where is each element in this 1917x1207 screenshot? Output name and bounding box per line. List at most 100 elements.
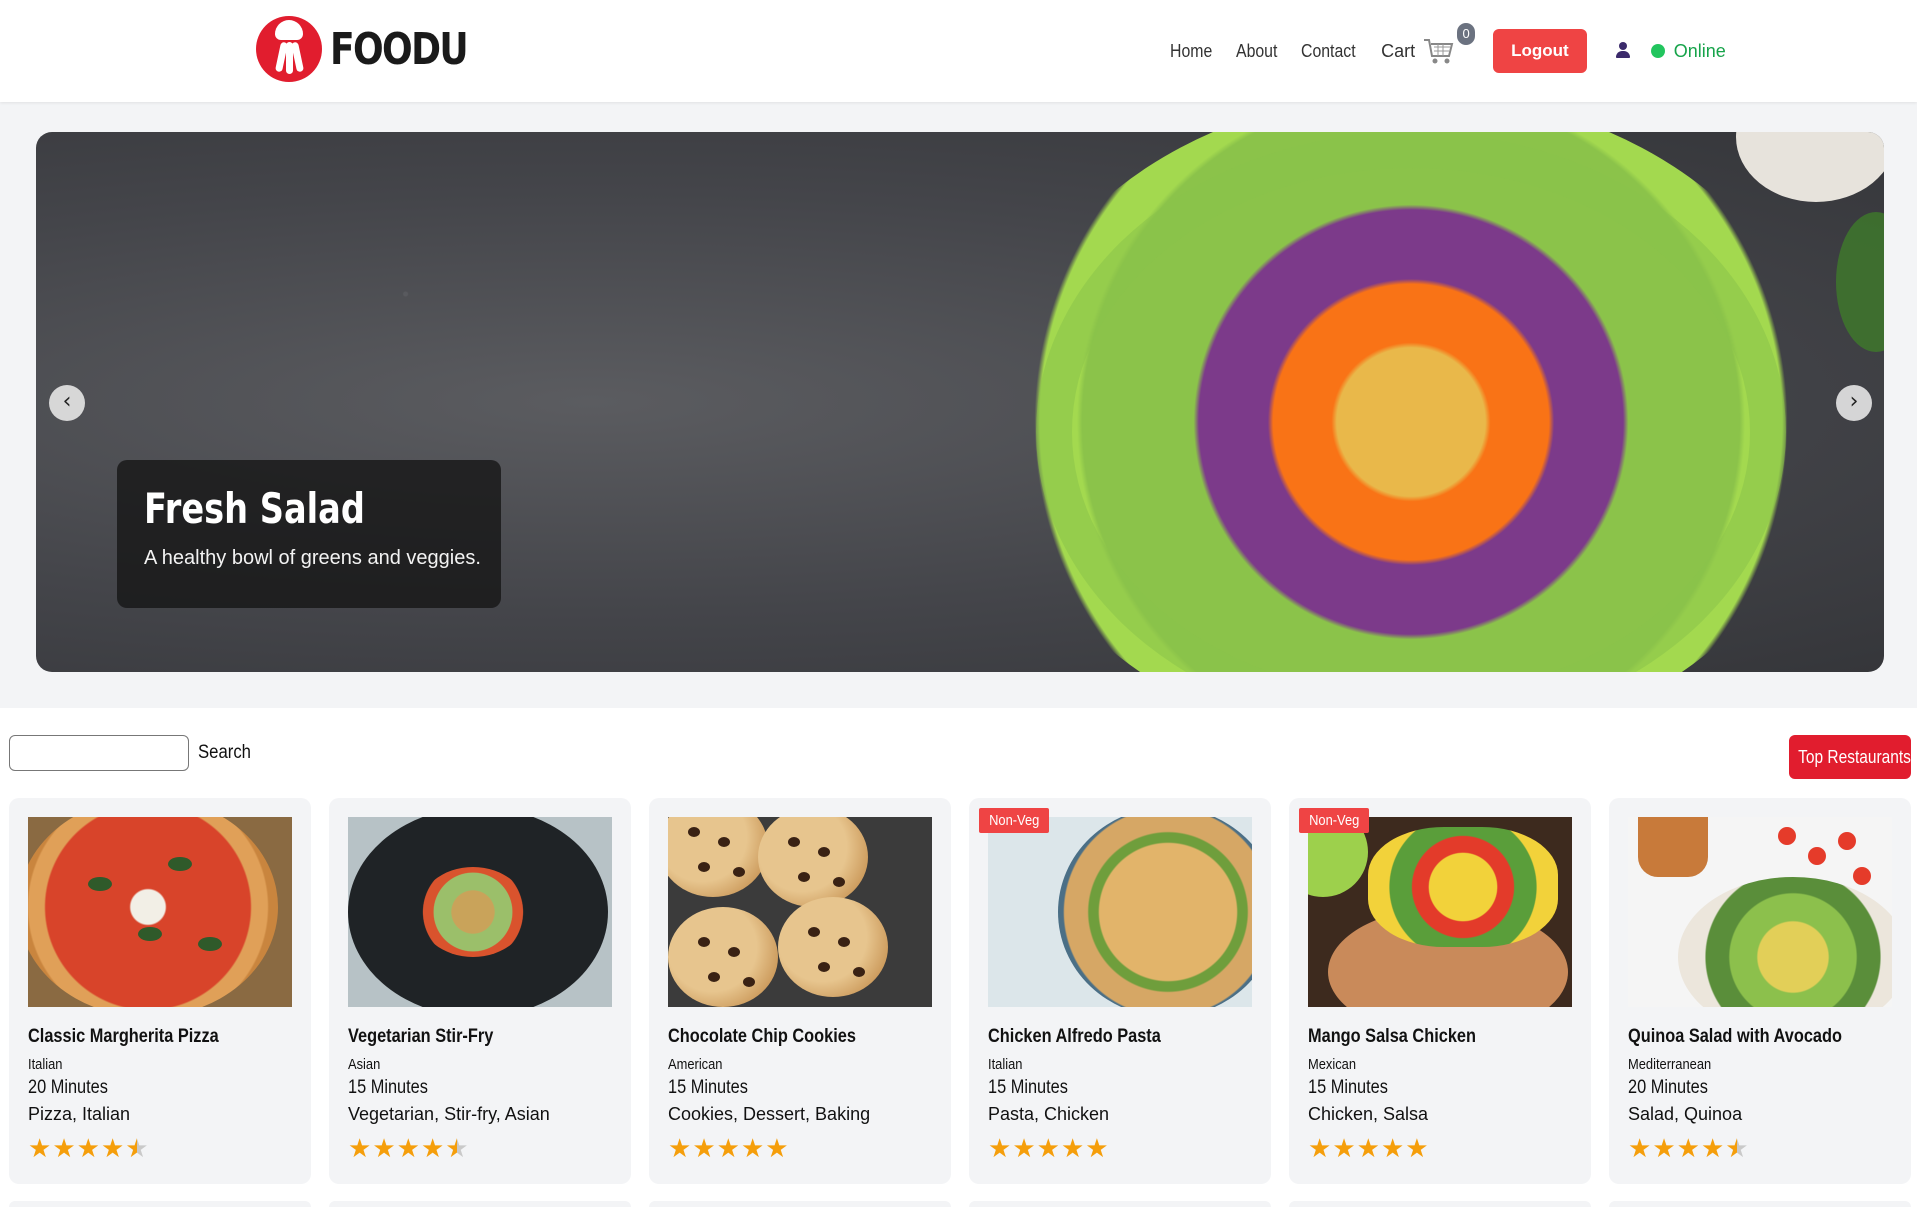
non-veg-badge: Non-Veg	[1299, 808, 1370, 833]
recipe-cuisine: Mediterranean	[1628, 1056, 1712, 1073]
logo-text: FOODU	[330, 23, 469, 75]
recipe-title: Quinoa Salad with Avocado	[1628, 1026, 1842, 1047]
shopping-cart-icon: 0	[1423, 23, 1476, 65]
recipe-card-next-row	[329, 1201, 631, 1207]
nav-link-about[interactable]: About	[1236, 41, 1277, 62]
recipe-image	[1628, 817, 1892, 1007]
rating-stars: ★ ★ ★ ★ ★	[1308, 1136, 1430, 1162]
recipe-tags: Salad, Quinoa	[1628, 1104, 1743, 1124]
star-half-icon: ★	[445, 1134, 469, 1164]
rating-stars: ★ ★ ★ ★ ★	[988, 1136, 1110, 1162]
recipe-tags: Chicken, Salsa	[1308, 1104, 1429, 1124]
star-full-icon: ★	[1676, 1134, 1700, 1164]
star-full-icon: ★	[1036, 1134, 1060, 1164]
search-input[interactable]	[9, 735, 189, 771]
star-full-icon: ★	[668, 1134, 692, 1164]
star-full-icon: ★	[100, 1134, 125, 1164]
recipe-image	[988, 817, 1252, 1007]
cart-label: Cart	[1381, 40, 1416, 61]
star-full-icon: ★	[1060, 1134, 1085, 1164]
recipe-title: Chicken Alfredo Pasta	[988, 1026, 1161, 1047]
logout-button[interactable]: Logout	[1493, 29, 1587, 73]
carousel-subtitle: A healthy bowl of greens and veggies.	[144, 547, 481, 569]
star-full-icon: ★	[1628, 1134, 1652, 1164]
recipe-image	[348, 817, 612, 1007]
star-full-icon: ★	[716, 1134, 740, 1164]
hero-image-jar	[1736, 132, 1884, 202]
top-restaurants-label: Top Restaurants	[1798, 747, 1911, 767]
rating-stars: ★ ★ ★ ★ ★	[348, 1136, 470, 1162]
recipe-card[interactable]: Chocolate Chip Cookies American 15 Minut…	[649, 798, 951, 1184]
online-status: Online	[1650, 40, 1726, 62]
rating-stars: ★ ★ ★ ★ ★	[668, 1136, 790, 1162]
online-dot-icon	[1650, 44, 1665, 58]
recipe-card-next-row	[1609, 1201, 1911, 1207]
non-veg-badge: Non-Veg	[979, 808, 1050, 833]
recipe-time: 15 Minutes	[988, 1077, 1068, 1098]
star-full-icon: ★	[1012, 1134, 1036, 1164]
recipe-card-next-row	[1289, 1201, 1591, 1207]
star-full-icon: ★	[52, 1134, 76, 1164]
recipe-tags: Pasta, Chicken	[988, 1104, 1110, 1124]
badge-label: Non-Veg	[1309, 812, 1360, 829]
star-full-icon: ★	[1700, 1134, 1725, 1164]
main-nav: Home About Contact Cart 0 Logout Online	[1170, 0, 1726, 102]
hero-salad-image	[996, 132, 1826, 672]
star-full-icon: ★	[692, 1134, 716, 1164]
recipe-card[interactable]: Vegetarian Stir-Fry Asian 15 Minutes Veg…	[329, 798, 631, 1184]
recipe-card[interactable]: Classic Margherita Pizza Italian 20 Minu…	[9, 798, 311, 1184]
recipe-card[interactable]: Non-Veg Mango Salsa Chicken Mexican 15 M…	[1289, 798, 1591, 1184]
hero-carousel: Fresh Salad A healthy bowl of greens and…	[36, 132, 1884, 672]
cart-count-badge: 0	[1457, 23, 1476, 45]
carousel-title: Fresh Salad	[144, 484, 365, 533]
star-full-icon: ★	[420, 1134, 445, 1164]
recipe-title: Vegetarian Stir-Fry	[348, 1026, 494, 1047]
top-restaurants-button[interactable]: Top Restaurants	[1789, 735, 1911, 779]
logo[interactable]: FOODU	[256, 16, 497, 82]
recipe-card[interactable]: Quinoa Salad with Avocado Mediterranean …	[1609, 798, 1911, 1184]
recipe-cuisine: Italian	[988, 1056, 1023, 1073]
star-full-icon: ★	[372, 1134, 396, 1164]
recipe-card-next-row	[969, 1201, 1271, 1207]
recipe-cuisine: Italian	[28, 1056, 63, 1073]
star-full-icon: ★	[1380, 1134, 1405, 1164]
star-full-icon: ★	[1332, 1134, 1356, 1164]
user-icon[interactable]	[1615, 42, 1631, 60]
badge-label: Non-Veg	[989, 812, 1040, 829]
star-half-icon: ★	[125, 1134, 149, 1164]
cart-link[interactable]: Cart 0	[1381, 23, 1476, 65]
recipe-tags: Pizza, Italian	[28, 1104, 131, 1124]
rating-stars: ★ ★ ★ ★ ★	[1628, 1136, 1750, 1162]
recipe-time: 15 Minutes	[348, 1077, 428, 1098]
star-full-icon: ★	[1405, 1134, 1429, 1164]
nav-link-home[interactable]: Home	[1170, 41, 1212, 62]
recipe-card[interactable]: Non-Veg Chicken Alfredo Pasta Italian 15…	[969, 798, 1271, 1184]
nav-link-contact[interactable]: Contact	[1301, 41, 1356, 62]
status-label: Online	[1673, 40, 1726, 61]
recipe-time: 20 Minutes	[1628, 1077, 1708, 1098]
star-full-icon: ★	[1356, 1134, 1380, 1164]
star-full-icon: ★	[740, 1134, 765, 1164]
star-full-icon: ★	[1085, 1134, 1109, 1164]
star-full-icon: ★	[348, 1134, 372, 1164]
recipe-cuisine: Asian	[348, 1056, 381, 1073]
recipe-time: 20 Minutes	[28, 1077, 108, 1098]
carousel-prev-button[interactable]: ‹	[49, 385, 85, 421]
recipe-title: Mango Salsa Chicken	[1308, 1026, 1476, 1047]
carousel-next-button[interactable]: ›	[1836, 385, 1872, 421]
recipe-title: Classic Margherita Pizza	[28, 1026, 219, 1047]
star-half-icon: ★	[1725, 1134, 1749, 1164]
chef-hat-logo-icon	[256, 16, 322, 82]
star-full-icon: ★	[988, 1134, 1012, 1164]
star-full-icon: ★	[28, 1134, 52, 1164]
top-navbar: FOODU Home About Contact Cart 0 Logout O…	[0, 0, 1917, 102]
star-full-icon: ★	[1308, 1134, 1332, 1164]
star-full-icon: ★	[765, 1134, 789, 1164]
recipe-image	[1308, 817, 1572, 1007]
search-button[interactable]: Search	[198, 742, 251, 764]
recipe-card-next-row	[9, 1201, 311, 1207]
recipe-cuisine: American	[668, 1056, 723, 1073]
star-full-icon: ★	[76, 1134, 100, 1164]
recipe-title: Chocolate Chip Cookies	[668, 1026, 856, 1047]
star-full-icon: ★	[396, 1134, 420, 1164]
